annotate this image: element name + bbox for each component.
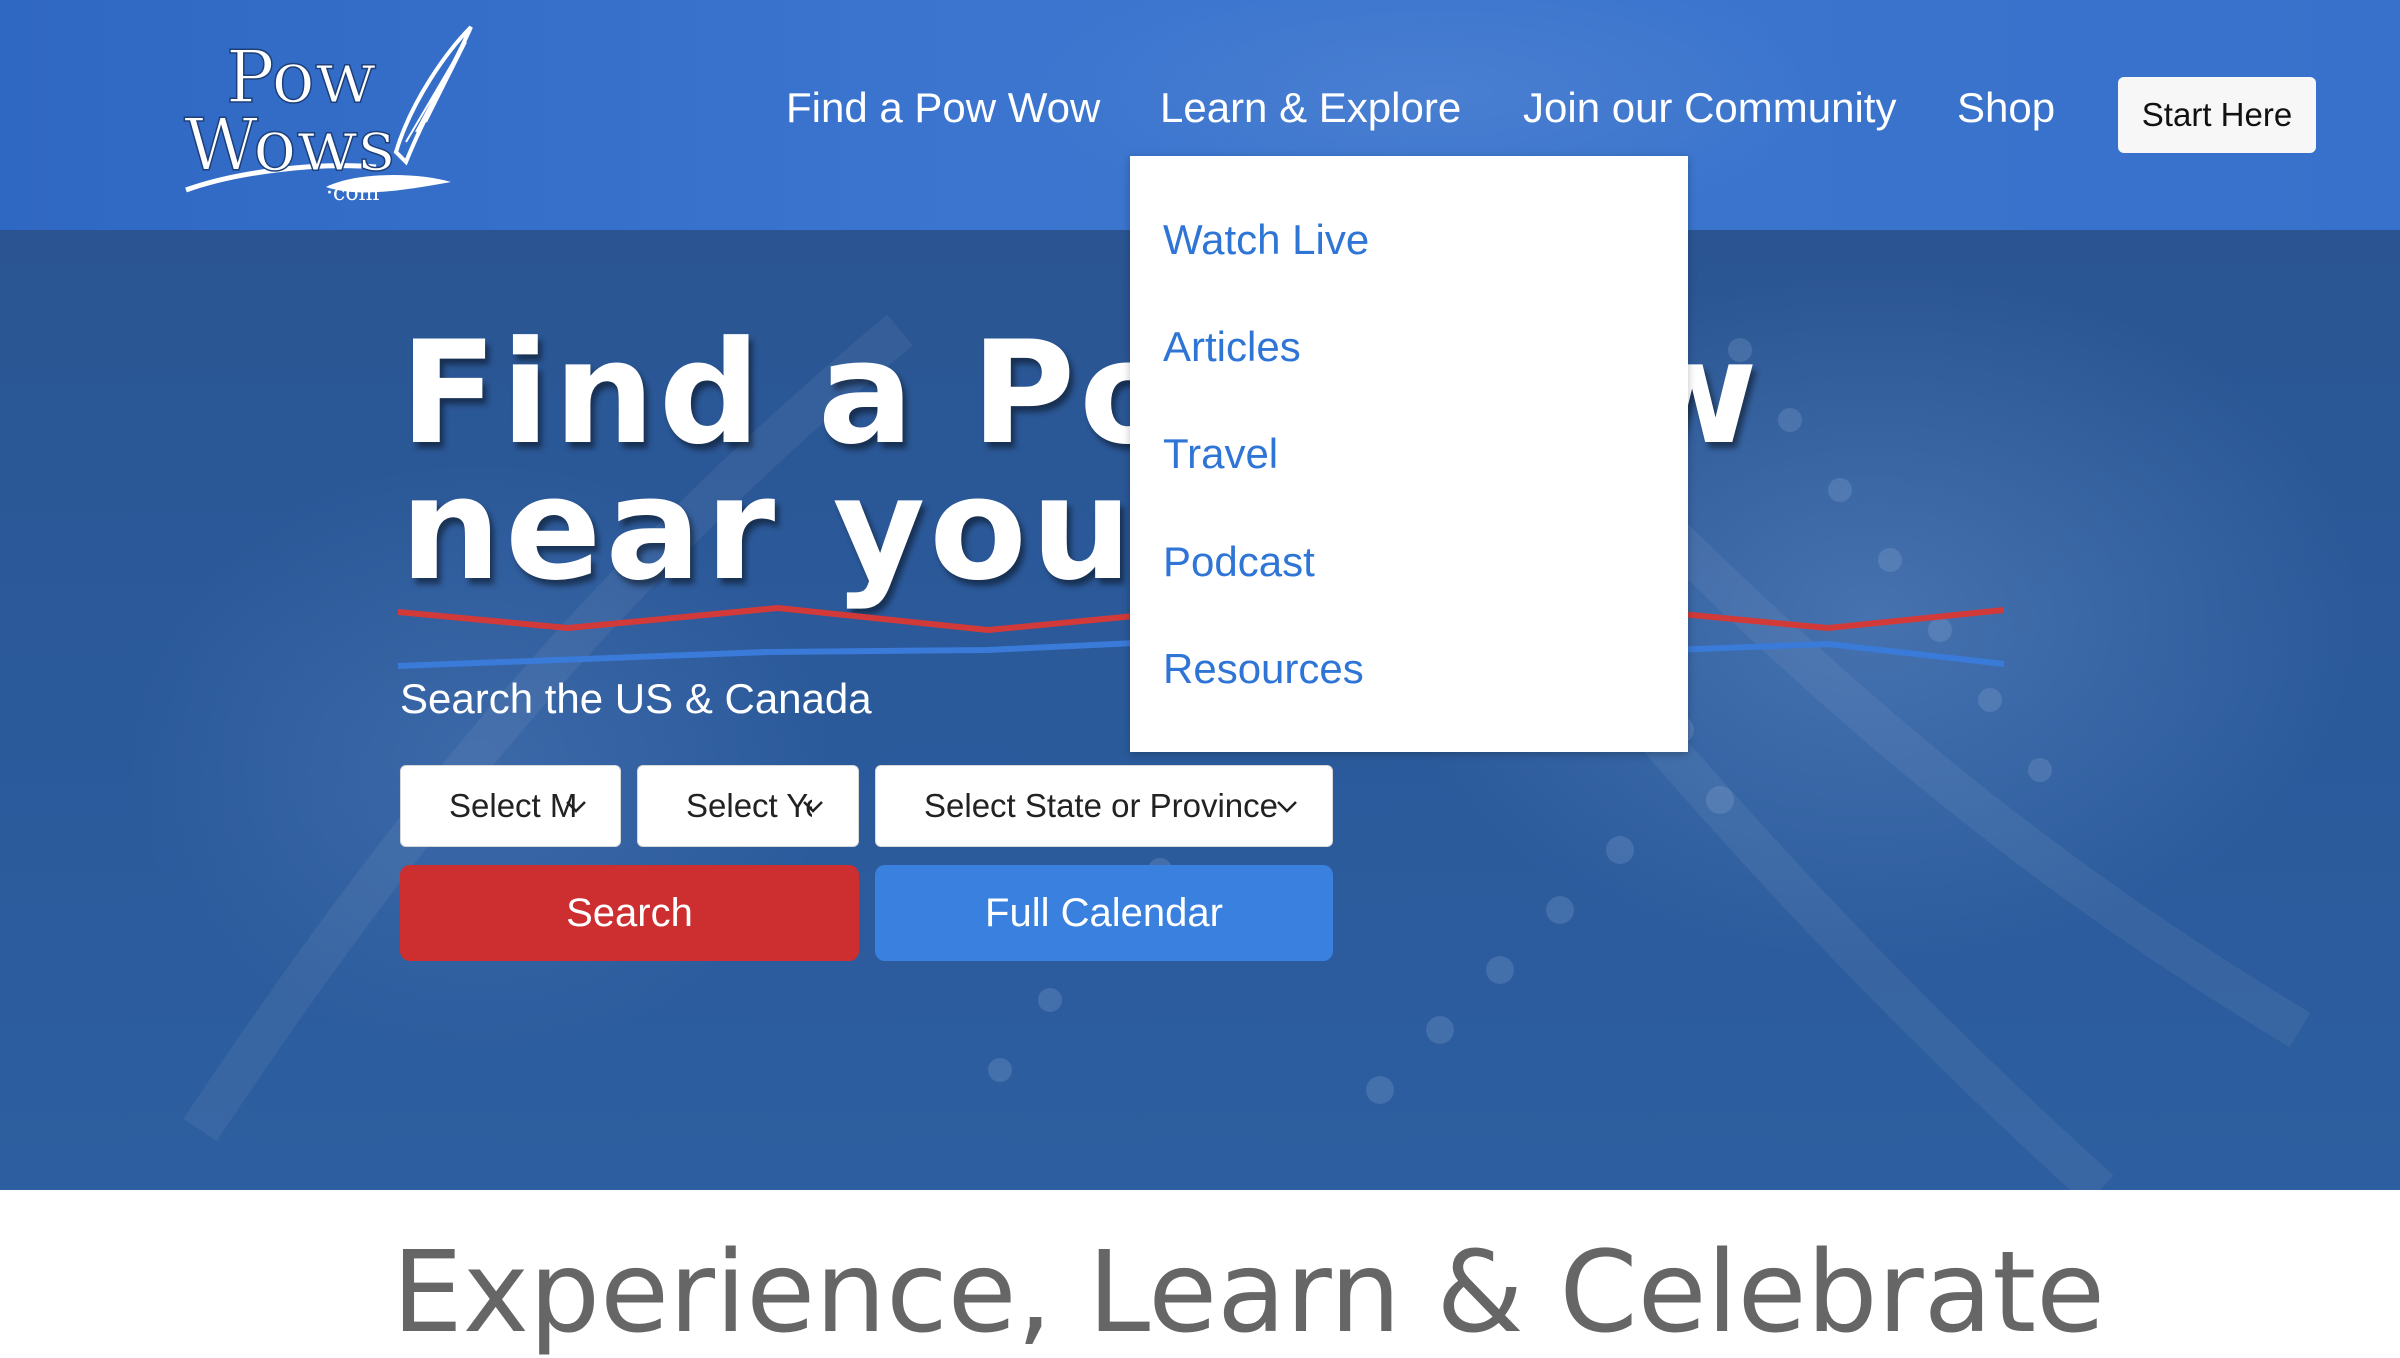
month-select-value: Select Month [449, 787, 577, 824]
nav-learn-explore[interactable]: Learn & Explore [1160, 78, 1461, 138]
section-heading: Experience, Learn & Celebrate [392, 1228, 2106, 1358]
start-here-button[interactable]: Start Here [2118, 77, 2316, 153]
dropdown-item-resources[interactable]: Resources [1163, 639, 1364, 699]
year-select[interactable]: Select Year [637, 765, 859, 847]
chevron-down-icon [1277, 801, 1297, 813]
chevron-down-icon [566, 801, 586, 813]
nav-shop[interactable]: Shop [1957, 78, 2055, 138]
state-province-select[interactable]: Select State or Province [875, 765, 1333, 847]
search-button[interactable]: Search [400, 865, 859, 961]
dropdown-item-articles[interactable]: Articles [1163, 317, 1301, 377]
nav-join-community[interactable]: Join our Community [1523, 78, 1896, 138]
powwows-logo[interactable]: Pow Wows ·com [176, 22, 476, 206]
dropdown-item-travel[interactable]: Travel [1163, 424, 1278, 484]
powwows-logo-icon: Pow Wows ·com [183, 25, 473, 206]
year-select-value: Select Year [686, 787, 812, 824]
month-select[interactable]: Select Month [400, 765, 621, 847]
learn-explore-dropdown: Watch Live Articles Travel Podcast Resou… [1130, 156, 1688, 752]
dropdown-item-podcast[interactable]: Podcast [1163, 532, 1315, 592]
full-calendar-button[interactable]: Full Calendar [875, 865, 1333, 961]
nav-find-a-pow-wow[interactable]: Find a Pow Wow [786, 78, 1100, 138]
hero-subtitle: Search the US & Canada [400, 675, 872, 722]
dropdown-item-watch-live[interactable]: Watch Live [1163, 210, 1369, 270]
svg-text:·com: ·com [326, 181, 380, 206]
state-select-value: Select State or Province [924, 787, 1279, 824]
svg-text:Wows: Wows [184, 103, 395, 187]
chevron-down-icon [803, 801, 823, 813]
